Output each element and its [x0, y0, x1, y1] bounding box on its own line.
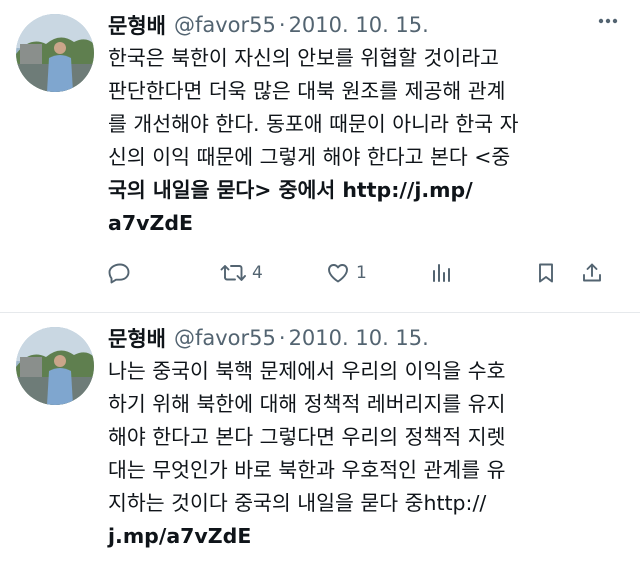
tweet-text-line[interactable]: a7vZdE — [108, 207, 622, 240]
tweet-text-line: 신의 이익 때문에 그렇게 해야 한다고 본다 <중 — [108, 145, 511, 169]
heart-icon — [328, 264, 348, 283]
like-button[interactable]: 1 — [326, 258, 367, 288]
avatar[interactable] — [16, 14, 94, 92]
retweet-button[interactable]: 4 — [220, 258, 263, 288]
tweet-text-line[interactable]: j.mp/a7vZdE — [108, 520, 622, 553]
author-handle[interactable]: @favor55 — [174, 13, 276, 37]
reply-button[interactable] — [108, 258, 132, 288]
tweet-header: 문형배 @favor55 · 2010. 10. 15. — [108, 323, 622, 353]
share-button[interactable] — [580, 258, 604, 288]
retweet-count: 4 — [252, 263, 263, 283]
tweet-date[interactable]: 2010. 10. 15. — [289, 13, 429, 37]
more-options-icon[interactable] — [598, 18, 618, 24]
tweet-text-line: 나는 중국이 북핵 문제에서 우리의 이익을 수호 — [108, 359, 506, 383]
bookmark-icon — [539, 263, 553, 283]
views-icon — [433, 264, 450, 282]
tweet-header: 문형배 @favor55 · 2010. 10. 15. — [108, 10, 622, 40]
like-count: 1 — [356, 263, 367, 283]
tweet[interactable]: 문형배 @favor55 · 2010. 10. 15. 한국은 북한이 자신의… — [0, 0, 640, 313]
tweet-text-line[interactable]: 국의 내일을 묻다> 중에서 http://j.mp/ — [108, 174, 622, 207]
author-name[interactable]: 문형배 — [108, 10, 166, 40]
separator: · — [278, 326, 286, 350]
tweet-text-line: 한국은 북한이 자신의 안보를 위협할 것이라고 — [108, 46, 499, 70]
action-bar: 4 1 — [108, 258, 622, 288]
tweet-text: 나는 중국이 북핵 문제에서 우리의 이익을 수호 하기 위해 북한에 대해 정… — [108, 355, 622, 553]
tweet[interactable]: 문형배 @favor55 · 2010. 10. 15. 나는 중국이 북핵 문… — [0, 313, 640, 569]
tweet-text-line: 를 개선해야 한다. 동포애 때문이 아니라 한국 자 — [108, 112, 519, 136]
share-icon — [583, 263, 601, 282]
tweet-text-line: 판단한다면 더욱 많은 대북 원조를 제공해 관계 — [108, 79, 506, 103]
tweet-text-line: 대는 무엇인가 바로 북한과 우호적인 관계를 유 — [108, 458, 506, 482]
separator: · — [278, 13, 286, 37]
avatar[interactable] — [16, 327, 94, 405]
tweet-text-line: 하기 위해 북한에 대해 정책적 레버리지를 유지 — [108, 392, 506, 416]
views-button[interactable] — [430, 258, 454, 288]
retweet-icon — [220, 265, 246, 281]
tweet-text-line: 해야 한다고 본다 그렇다면 우리의 정책적 지렛 — [108, 425, 506, 449]
reply-icon — [108, 263, 130, 284]
tweet-text-line: 지하는 것이다 중국의 내일을 묻다 중http:// — [108, 491, 487, 515]
bookmark-button[interactable] — [534, 258, 558, 288]
author-name[interactable]: 문형배 — [108, 323, 166, 353]
tweet-text: 한국은 북한이 자신의 안보를 위협할 것이라고 판단한다면 더욱 많은 대북 … — [108, 42, 622, 240]
author-handle[interactable]: @favor55 — [174, 326, 276, 350]
tweet-date[interactable]: 2010. 10. 15. — [289, 326, 429, 350]
